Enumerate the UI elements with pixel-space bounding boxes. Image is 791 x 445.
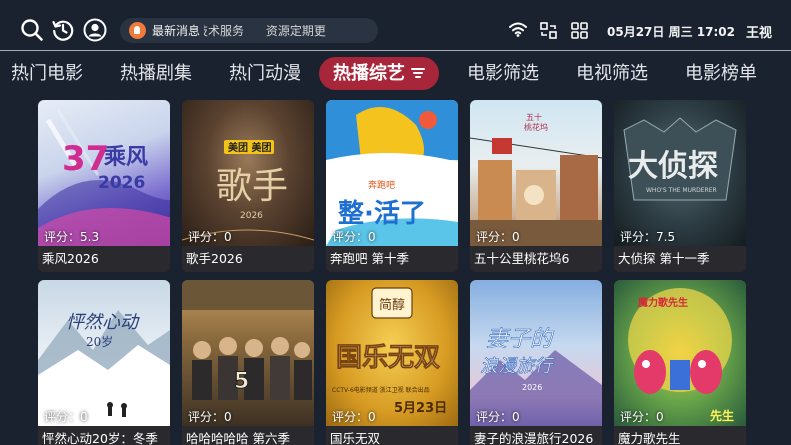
svg-text:WHO'S THE MURDERER: WHO'S THE MURDERER: [646, 187, 717, 194]
tab-hot-variety[interactable]: 热播综艺: [319, 57, 439, 90]
account-icon[interactable]: [82, 17, 108, 43]
card-title: 妻子的浪漫旅行2026: [470, 426, 602, 445]
tab-movie-ranking[interactable]: 电影榜单: [685, 57, 757, 90]
video-card[interactable]: 妻子的 浪漫旅行 2026 评分：0 妻子的浪漫旅行2026: [470, 280, 602, 445]
rating-label: 评分：0: [188, 230, 232, 244]
tab-movie-filter[interactable]: 电影筛选: [467, 57, 539, 90]
svg-text:整·活了: 整·活了: [338, 198, 426, 229]
svg-text:先生: 先生: [710, 408, 734, 423]
video-card[interactable]: 美团 美团 歌手 2026 评分：0 歌手2026: [182, 100, 314, 272]
poster-image: 怦然心动 20岁: [38, 280, 170, 426]
svg-text:2026: 2026: [522, 383, 542, 392]
history-icon[interactable]: [50, 17, 76, 43]
rating-label: 评分：7.5: [620, 230, 676, 244]
notice-ticker[interactable]: 最新消息 技术服务 资源定期更: [120, 18, 378, 43]
rating-label: 评分：0: [620, 410, 664, 424]
category-tabs: 热门电影 热播剧集 热门动漫 热播综艺 电影筛选 电视筛选 电影榜单: [0, 57, 791, 91]
video-card[interactable]: 魔力歌先生 先生 评分：0 魔力歌先生: [614, 280, 746, 445]
svg-text:奔跑吧: 奔跑吧: [368, 179, 395, 191]
video-card[interactable]: 奔跑吧 整·活了 评分：0 奔跑吧 第十季: [326, 100, 458, 272]
rating-label: 评分：5.3: [44, 230, 100, 244]
poster-image: 37 乘风 2026: [38, 100, 170, 246]
card-title: 奔跑吧 第十季: [326, 246, 458, 272]
card-title: 乘风2026: [38, 246, 170, 272]
poster-image: 5: [182, 280, 314, 426]
poster-image: 奔跑吧 整·活了: [326, 100, 458, 246]
svg-text:乘风: 乘风: [103, 145, 148, 170]
video-card[interactable]: 怦然心动 20岁 评分：0 怦然心动20岁：冬季: [38, 280, 170, 445]
rating-label: 评分：0: [476, 230, 520, 244]
poster-image: 五十 桃花坞: [470, 100, 602, 246]
card-title: 魔力歌先生: [614, 426, 746, 445]
notice-scroll-text: 技术服务 资源定期更: [204, 24, 326, 38]
svg-text:5月23日: 5月23日: [394, 401, 447, 416]
svg-text:美团 美团: 美团 美团: [228, 141, 271, 154]
svg-text:桃花坞: 桃花坞: [524, 122, 548, 132]
notice-label: 最新消息: [152, 24, 201, 38]
poster-image: 魔力歌先生 先生: [614, 280, 746, 426]
filter-icon[interactable]: [411, 68, 425, 78]
poster-image: 大侦探 WHO'S THE MURDERER: [614, 100, 746, 246]
svg-text:歌手: 歌手: [216, 166, 288, 207]
header-divider: [0, 50, 791, 51]
svg-text:CCTV-6电影频道 浙江卫视 联合出品: CCTV-6电影频道 浙江卫视 联合出品: [332, 386, 430, 394]
svg-text:2026: 2026: [240, 211, 263, 221]
svg-text:5: 5: [234, 369, 249, 394]
bell-icon: [129, 22, 146, 39]
wifi-icon: [509, 22, 527, 41]
video-card[interactable]: 5 评分：0 哈哈哈哈哈 第六季: [182, 280, 314, 445]
video-card[interactable]: 37 乘风 2026 评分：5.3 乘风2026: [38, 100, 170, 272]
svg-text:怦然心动: 怦然心动: [66, 312, 140, 333]
date-time: 05月27日 周三 17:02: [607, 25, 735, 39]
card-title: 五十公里桃花坞6: [470, 246, 602, 272]
svg-text:国乐无双: 国乐无双: [336, 343, 440, 373]
svg-text:2026: 2026: [98, 173, 145, 193]
svg-text:20岁: 20岁: [86, 334, 113, 349]
svg-text:五十: 五十: [526, 112, 542, 122]
rating-label: 评分：0: [332, 230, 376, 244]
tab-hot-anime[interactable]: 热门动漫: [229, 57, 301, 90]
svg-text:大侦探: 大侦探: [628, 149, 718, 184]
card-title: 国乐无双: [326, 426, 458, 445]
search-icon[interactable]: [19, 17, 45, 43]
source-switch-icon[interactable]: [540, 22, 557, 43]
poster-image: 简醇 国乐无双 CCTV-6电影频道 浙江卫视 联合出品 5月23日: [326, 280, 458, 426]
card-title: 怦然心动20岁：冬季: [38, 426, 170, 445]
card-title: 歌手2026: [182, 246, 314, 272]
rating-label: 评分：0: [44, 410, 88, 424]
card-title: 哈哈哈哈哈 第六季: [182, 426, 314, 445]
tab-tv-filter[interactable]: 电视筛选: [576, 57, 648, 90]
rating-label: 评分：0: [476, 410, 520, 424]
poster-image: 妻子的 浪漫旅行 2026: [470, 280, 602, 426]
video-card[interactable]: 简醇 国乐无双 CCTV-6电影频道 浙江卫视 联合出品 5月23日 评分：0 …: [326, 280, 458, 445]
svg-text:浪漫旅行: 浪漫旅行: [480, 356, 555, 377]
svg-text:魔力歌先生: 魔力歌先生: [638, 296, 688, 309]
user-name[interactable]: 王视: [746, 22, 772, 41]
rating-label: 评分：0: [332, 410, 376, 424]
tab-hot-movies[interactable]: 热门电影: [11, 57, 83, 90]
svg-text:简醇: 简醇: [379, 297, 405, 313]
video-card[interactable]: 大侦探 WHO'S THE MURDERER 评分：7.5 大侦探 第十一季: [614, 100, 746, 272]
svg-text:妻子的: 妻子的: [486, 327, 555, 352]
rating-label: 评分：0: [188, 410, 232, 424]
card-title: 大侦探 第十一季: [614, 246, 746, 272]
apps-grid-icon[interactable]: [571, 22, 588, 43]
video-card[interactable]: 五十 桃花坞 评分：0 五十公里桃花坞6: [470, 100, 602, 272]
tab-hot-series[interactable]: 热播剧集: [120, 57, 192, 90]
poster-image: 美团 美团 歌手 2026: [182, 100, 314, 246]
